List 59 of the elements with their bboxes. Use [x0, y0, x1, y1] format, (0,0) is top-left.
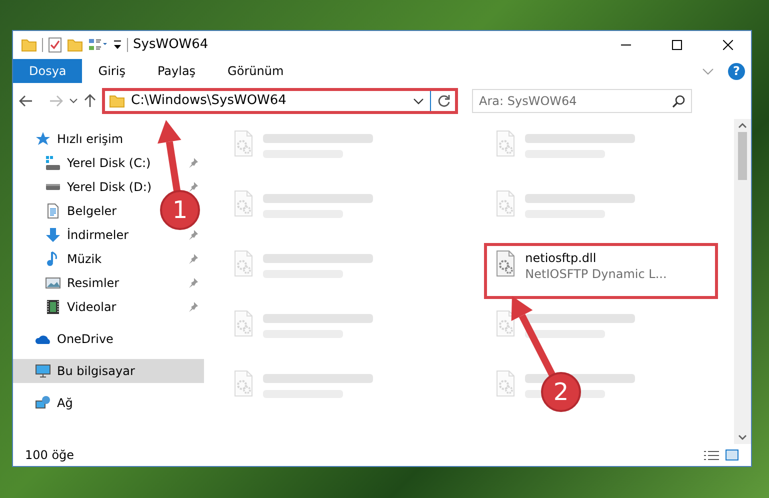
details-view-icon[interactable]: [704, 450, 719, 460]
chevron-down-icon[interactable]: [69, 98, 78, 104]
drive-icon: [45, 155, 61, 171]
address-bar[interactable]: C:\Windows\SysWOW64: [102, 88, 458, 114]
chevron-down-icon[interactable]: [413, 98, 424, 104]
file-name: netiosftp.dll: [525, 250, 598, 266]
window-title: SysWOW64: [133, 36, 208, 54]
pin-icon[interactable]: [188, 278, 198, 288]
checklist-icon[interactable]: [48, 37, 62, 53]
refresh-icon[interactable]: [437, 94, 451, 108]
folder-icon: [109, 93, 125, 109]
ribbon-tab[interactable]: Dosya: [13, 59, 82, 83]
scroll-thumb[interactable]: [738, 132, 748, 180]
monitor-icon: [35, 363, 51, 379]
sidebar-item[interactable]: Ağ: [13, 391, 204, 415]
back-arrow-icon[interactable]: [19, 95, 33, 107]
pin-icon[interactable]: [188, 302, 198, 312]
item-count: 100 öğe: [25, 447, 74, 464]
ribbon-tab[interactable]: Paylaş: [141, 59, 212, 83]
sidebar-item[interactable]: Videolar: [13, 295, 153, 319]
search-icon[interactable]: [672, 95, 685, 108]
scroll-down-icon[interactable]: [738, 434, 748, 440]
search-field[interactable]: Ara: SysWOW64: [472, 89, 692, 113]
address-path: C:\Windows\SysWOW64: [131, 92, 288, 110]
pin-icon[interactable]: [188, 230, 198, 240]
sidebar-item[interactable]: Hızlı erişim: [13, 127, 204, 151]
close-icon[interactable]: [723, 40, 733, 50]
film-icon: [45, 299, 61, 315]
sidebar-item[interactable]: Yerel Disk (D:): [13, 175, 153, 199]
minimize-icon[interactable]: [621, 44, 631, 46]
document-icon: [45, 203, 61, 219]
sidebar-item[interactable]: Bu bilgisayar: [13, 359, 204, 383]
scroll-up-icon[interactable]: [738, 123, 748, 129]
star-icon: [35, 131, 51, 147]
pin-icon[interactable]: [188, 254, 198, 264]
sidebar-item[interactable]: İndirmeler: [13, 223, 153, 247]
help-button[interactable]: ?: [728, 62, 745, 80]
large-icons-view-icon[interactable]: [725, 449, 739, 461]
sidebar-item[interactable]: OneDrive: [13, 327, 204, 351]
picture-icon: [45, 275, 61, 291]
folder-icon: [21, 37, 37, 53]
sidebar-item[interactable]: Müzik: [13, 247, 153, 271]
drive-icon: [45, 184, 61, 190]
scrollbar[interactable]: [734, 119, 751, 444]
properties-icon[interactable]: [88, 37, 108, 53]
ribbon-tab[interactable]: Giriş: [82, 59, 142, 83]
network-icon: [35, 395, 51, 411]
download-arrow-icon: [45, 227, 61, 243]
sidebar-item[interactable]: Resimler: [13, 271, 153, 295]
file-type: NetIOSFTP Dynamic L...: [525, 266, 667, 282]
pin-icon[interactable]: [188, 158, 198, 168]
pin-icon[interactable]: [188, 182, 198, 192]
ribbon-tab[interactable]: Görünüm: [212, 59, 300, 83]
dropdown-icon[interactable]: [113, 39, 122, 51]
up-arrow-icon[interactable]: [84, 94, 96, 108]
file-tile[interactable]: netiosftp.dll NetIOSFTP Dynamic L...: [484, 243, 718, 299]
sidebar-item[interactable]: Belgeler: [13, 199, 153, 223]
maximize-icon[interactable]: [672, 40, 682, 50]
sidebar-item[interactable]: Yerel Disk (C:): [13, 151, 153, 175]
